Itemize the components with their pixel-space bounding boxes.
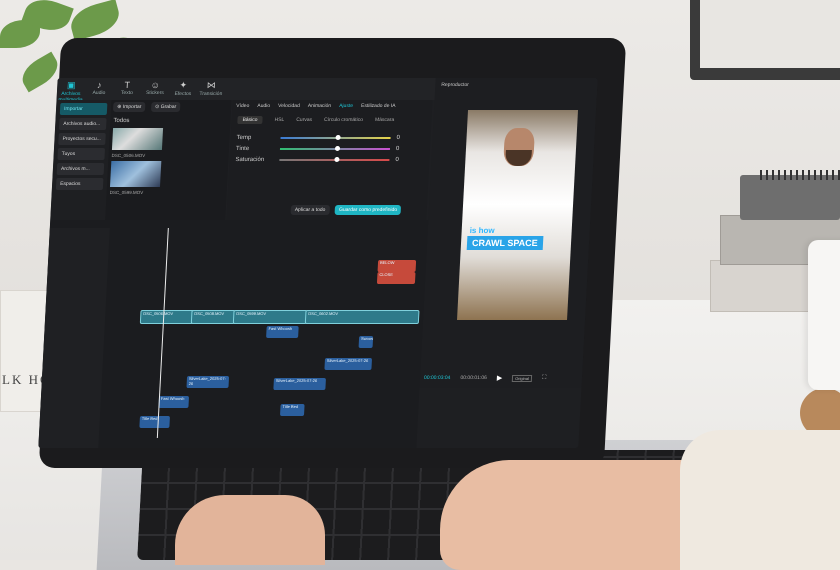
timeline-clip[interactable]: Title Bed [279,404,305,416]
timeline-clip[interactable]: DSC_0602.MOV [304,310,420,324]
timeline-clip[interactable]: BELOW [377,260,417,272]
player-title: Reproductor [441,82,470,88]
timeline-clip[interactable]: Swoosh [358,336,374,348]
timecode-total: 00:00:01:06 [460,375,487,381]
caption-line-1: is how [469,226,495,235]
timeline-clip[interactable]: DSC_0506.MOV [139,310,195,324]
timeline-clip[interactable]: Fast Whoosh [266,326,299,338]
sleeve [680,430,840,570]
left-hand [175,495,325,565]
laptop-screen: ▣Archivos multimedia♪AudioTTexto☺Sticker… [38,78,598,448]
fullscreen-icon[interactable]: ⛶ [542,375,547,382]
ratio-button[interactable]: Original [512,374,533,382]
timeline-clip[interactable]: SilverLake_2025-07-26 [273,378,326,390]
picture-frame-inner [700,0,840,68]
timeline-clip[interactable]: DSC_0508.MOV [190,310,236,324]
timeline-clip[interactable]: SilverLake_2025-07-26 [324,358,373,370]
timeline-clip[interactable]: CLOSE [376,272,416,284]
spiral-notebook [740,175,840,220]
caption-line-2: CRAWL SPACE [466,236,544,250]
play-icon[interactable]: ▶ [497,374,503,382]
timeline-clip[interactable]: SilverLake_2025-07-26 [186,376,230,388]
timecode-current: 00:00:03:04 [423,375,451,381]
notebook-spiral [760,170,840,180]
white-mug [808,240,840,390]
timeline-clip[interactable]: Fast Whoosh [158,396,190,408]
timeline-clip[interactable]: Title Bed [139,416,170,428]
timeline-clips: DSC_0506.MOV DSC_0508.MOV DSC_0599.MOV DSC_… [38,78,435,448]
timeline-clip[interactable]: DSC_0599.MOV [232,310,308,324]
